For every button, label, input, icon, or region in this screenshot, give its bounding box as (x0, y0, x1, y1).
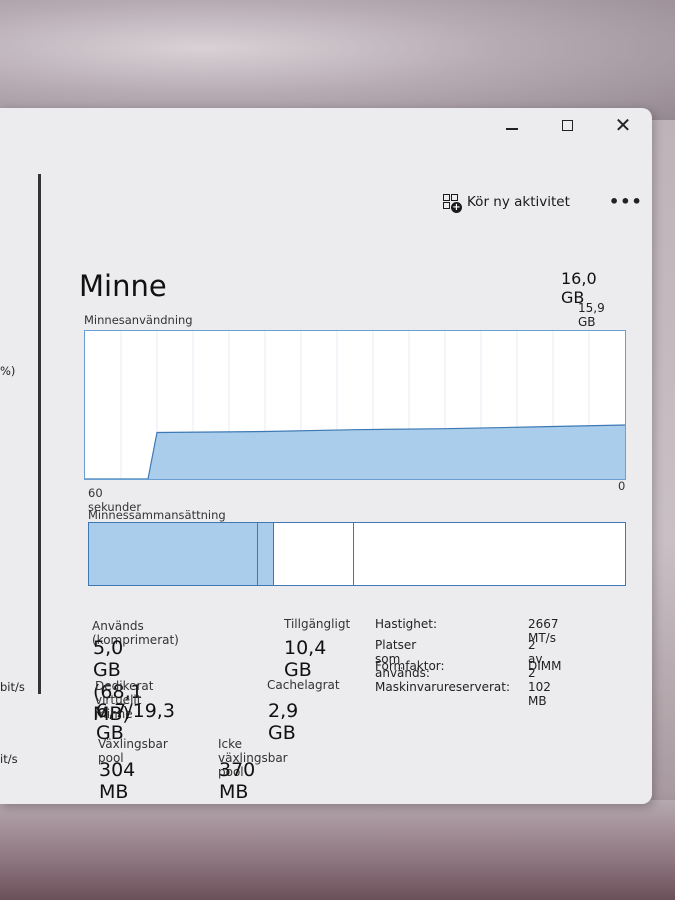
more-options-icon[interactable]: ••• (609, 192, 643, 211)
available-label: Tillgängligt (284, 617, 351, 631)
composition-label: Minnessammansättning (88, 508, 226, 522)
page-title: Minne (79, 269, 167, 303)
title-bar[interactable]: ✕ (0, 108, 652, 144)
memory-usage-chart (85, 331, 625, 479)
usage-graph-label: Minnesanvändning (84, 313, 193, 327)
usage-max-label: 15,9 GB (578, 301, 605, 329)
memory-usage-graph (84, 330, 626, 480)
composition-segment-modified[interactable] (257, 523, 274, 585)
form-factor-label: Formfaktor: (375, 659, 445, 673)
hardware-reserved-label: Maskinvarureserverat: (375, 680, 510, 694)
sidebar-fragment-bits: bit/s (0, 680, 25, 694)
available-value: 10,4 GB (284, 637, 327, 681)
composition-segment-free[interactable] (354, 523, 625, 585)
form-factor-value: DIMM (528, 659, 562, 673)
cached-label: Cachelagrat (267, 678, 340, 692)
maximize-button[interactable] (553, 114, 581, 136)
desktop-background-bottom (0, 800, 675, 900)
sidebar-fragment-bits-2: it/s (0, 752, 18, 766)
minimize-button[interactable] (498, 114, 526, 136)
close-button[interactable]: ✕ (609, 114, 637, 136)
nonpaged-pool-value: 370 MB (219, 759, 256, 803)
minimize-icon (506, 128, 518, 130)
hardware-reserved-value: 102 MB (528, 680, 551, 708)
composition-segment-in-use[interactable] (89, 523, 258, 585)
desktop-background-top (0, 0, 675, 120)
run-new-task-label: Kör ny aktivitet (467, 194, 570, 210)
command-bar: + Kör ny aktivitet ••• (0, 184, 652, 224)
close-icon: ✕ (614, 113, 632, 137)
paged-pool-value: 304 MB (99, 759, 136, 803)
sidebar-fragment-percent: %) (0, 364, 16, 378)
run-task-icon: + (443, 194, 462, 213)
usage-area (85, 425, 625, 479)
speed-label: Hastighet: (375, 617, 438, 631)
maximize-icon (561, 119, 573, 131)
run-new-task-button[interactable]: + Kör ny aktivitet (443, 194, 570, 213)
graph-axis-right-label: 0 (618, 479, 626, 493)
memory-composition-bar (88, 522, 626, 586)
composition-segment-standby[interactable] (273, 523, 355, 585)
sidebar-scrollbar[interactable] (38, 174, 41, 694)
